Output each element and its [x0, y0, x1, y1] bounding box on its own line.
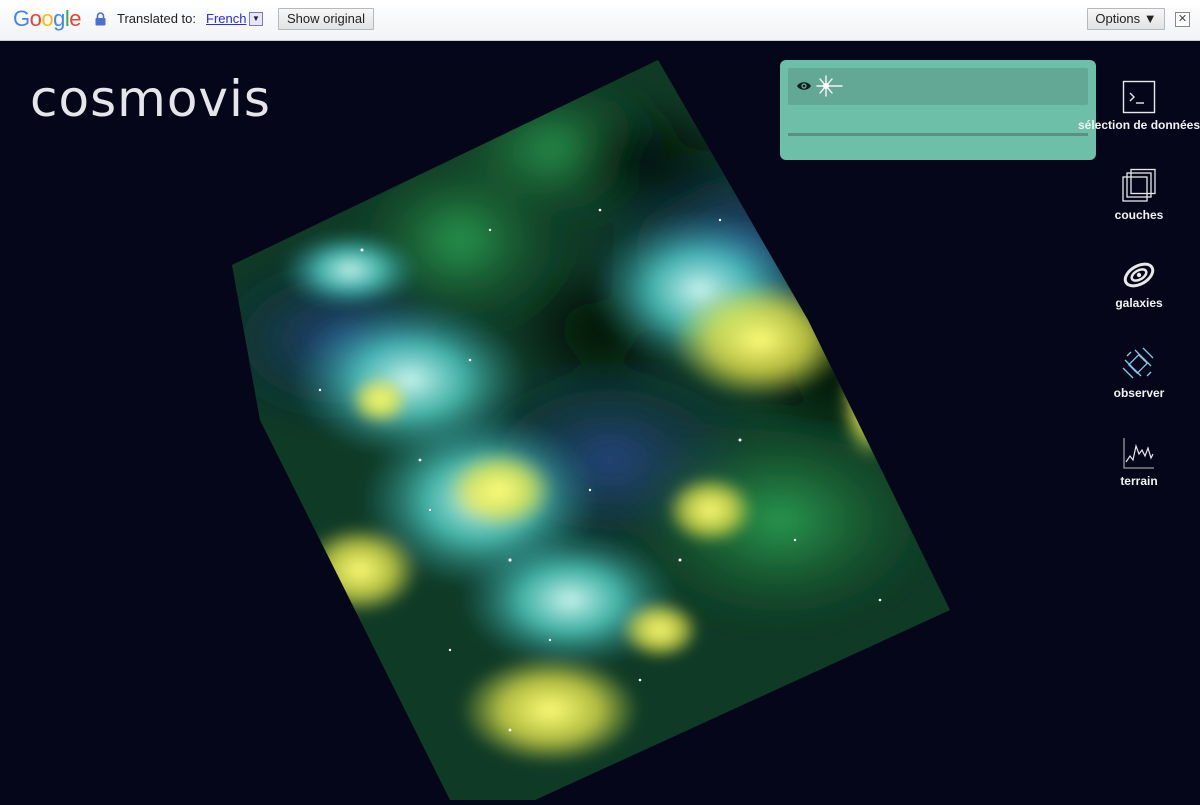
- eye-icon[interactable]: [796, 79, 812, 93]
- galaxy-icon: [1123, 262, 1155, 288]
- tool-label: sélection de données: [1078, 118, 1200, 132]
- tool-terrain[interactable]: terrain: [1078, 436, 1200, 516]
- lock-icon: [95, 12, 106, 26]
- tool-data-selection[interactable]: sélection de données: [1078, 80, 1200, 160]
- tool-label: couches: [1114, 208, 1164, 222]
- tool-observer[interactable]: observer: [1078, 346, 1200, 426]
- terminal-icon: [1122, 80, 1156, 114]
- tool-layers[interactable]: couches: [1078, 168, 1200, 248]
- language-dropdown-icon[interactable]: ▼: [249, 12, 263, 26]
- star-sparkle-icon: [816, 75, 843, 97]
- satellite-icon: [1122, 347, 1154, 379]
- layer-panel: [780, 60, 1096, 160]
- translate-bar: Google Translated to: French ▼ Show orig…: [0, 0, 1200, 41]
- tool-galaxies[interactable]: galaxies: [1078, 258, 1200, 338]
- language-link[interactable]: French: [206, 11, 246, 26]
- layer-row[interactable]: [788, 68, 1088, 105]
- options-button[interactable]: Options ▼: [1087, 8, 1165, 30]
- show-original-button[interactable]: Show original: [278, 8, 374, 30]
- tool-label: galaxies: [1115, 296, 1163, 310]
- tool-label: terrain: [1120, 474, 1158, 488]
- panel-slider-track[interactable]: [788, 133, 1088, 136]
- translated-to-label: Translated to:: [117, 11, 197, 26]
- google-logo: Google: [13, 6, 82, 31]
- layers-icon: [1122, 168, 1156, 202]
- tool-label: observer: [1113, 386, 1165, 400]
- terrain-chart-icon: [1123, 438, 1154, 469]
- close-icon[interactable]: ✕: [1175, 12, 1190, 27]
- right-toolbar: sélection de données couches galaxies ob…: [1078, 70, 1200, 520]
